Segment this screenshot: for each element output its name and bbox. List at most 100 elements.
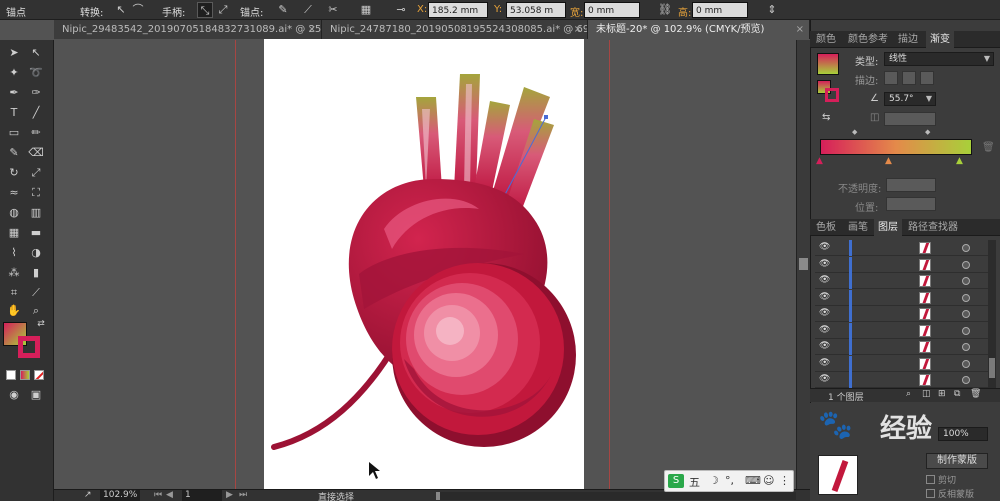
target-icon[interactable]	[962, 359, 970, 368]
chart-tool-icon[interactable]: ▥	[26, 204, 46, 222]
midpoint-icon[interactable]: ◆	[925, 128, 930, 136]
constrain-icon[interactable]: ⇕	[764, 2, 780, 18]
vertical-scrollbar[interactable]	[796, 40, 810, 489]
height-field[interactable]: 0 mm	[692, 2, 748, 18]
opacity-field[interactable]	[886, 178, 936, 192]
eye-icon[interactable]: 👁	[819, 276, 830, 285]
position-field[interactable]	[886, 197, 936, 211]
stroke-swatch[interactable]	[18, 336, 40, 358]
transparency-thumbnail[interactable]	[818, 455, 858, 495]
eye-icon[interactable]: 👁	[819, 243, 830, 252]
layer-row[interactable]: 👁	[815, 240, 995, 256]
eye-icon[interactable]: 👁	[819, 309, 830, 318]
layer-row[interactable]: 👁	[815, 355, 995, 372]
width-field[interactable]: 0 mm	[584, 2, 640, 18]
punctuation-icon[interactable]: °,	[725, 474, 734, 487]
eye-icon[interactable]: 👁	[819, 259, 830, 268]
target-icon[interactable]	[962, 244, 970, 252]
eyedropper-tool-icon[interactable]: ⌇	[4, 244, 24, 262]
hand-tool-icon[interactable]: ✋	[4, 302, 24, 320]
eye-icon[interactable]: 👁	[819, 325, 830, 334]
selection-tool-icon[interactable]: ➤	[4, 44, 24, 62]
isolate-icon[interactable]: ▦	[358, 2, 374, 18]
target-icon[interactable]	[962, 293, 970, 302]
tab-swatches[interactable]: 色板	[812, 219, 840, 236]
anchor-align-icon[interactable]: ⊸	[393, 2, 409, 18]
gradient-mode-icon[interactable]	[20, 370, 30, 380]
cut-path-icon[interactable]: ✂	[325, 2, 341, 18]
warp-tool-icon[interactable]: ≈	[4, 184, 24, 202]
slice-tool-icon[interactable]: ⟋	[26, 284, 46, 302]
target-icon[interactable]	[962, 310, 970, 318]
tab-brushes[interactable]: 画笔	[844, 219, 872, 236]
layer-row[interactable]: 👁	[815, 322, 995, 339]
scrollbar-thumb[interactable]	[799, 258, 808, 270]
stroke-option-1[interactable]	[884, 71, 898, 85]
shape-builder-tool-icon[interactable]: ◍	[4, 204, 24, 222]
direct-selection-tool-icon[interactable]: ↖	[26, 44, 46, 62]
stroke-mini-swatch[interactable]	[825, 88, 839, 102]
prev-page-icon[interactable]: ◀	[166, 490, 173, 500]
export-icon[interactable]: ↗	[84, 490, 94, 500]
tab-document-2[interactable]: Nipic_24787180_20190508195524308085.ai* …	[322, 20, 588, 39]
tab-document-1[interactable]: Nipic_29483542_20190705184832731089.ai* …	[54, 20, 322, 39]
close-icon[interactable]: ×	[308, 20, 316, 39]
draw-mode-icon[interactable]: ◉	[4, 386, 24, 404]
tab-color[interactable]: 颜色	[812, 31, 840, 48]
beet-illustration[interactable]	[264, 39, 584, 489]
target-icon[interactable]	[962, 277, 970, 285]
close-icon[interactable]: ×	[574, 20, 582, 39]
screen-mode-icon[interactable]: ▣	[26, 386, 46, 404]
color-stop-icon[interactable]: ▲	[956, 156, 963, 166]
layer-row[interactable]: 👁	[815, 339, 995, 355]
tab-stroke[interactable]: 描边	[894, 31, 922, 48]
tab-document-3[interactable]: 未标题-20* @ 102.9% (CMYK/预览) ×	[588, 20, 810, 39]
eye-icon[interactable]: 👁	[819, 292, 830, 301]
target-icon[interactable]	[962, 326, 970, 335]
eye-icon[interactable]: 👁	[819, 358, 830, 367]
mesh-tool-icon[interactable]: ▦	[4, 224, 24, 242]
y-field[interactable]: 53.058 m	[506, 2, 566, 18]
magic-wand-tool-icon[interactable]: ✦	[4, 64, 24, 82]
midpoint-icon[interactable]: ◆	[852, 128, 857, 136]
eraser-tool-icon[interactable]: ⌫	[26, 144, 46, 162]
line-tool-icon[interactable]: ╱	[26, 104, 46, 122]
layer-row[interactable]: 👁	[815, 306, 995, 322]
pen-tool-icon[interactable]: ✒	[4, 84, 24, 102]
ime-mode-label[interactable]: 五	[689, 474, 700, 490]
tab-color-guide[interactable]: 颜色参考	[844, 31, 892, 48]
moon-icon[interactable]: ☽	[709, 474, 719, 487]
link-icon[interactable]: ⛓	[657, 2, 673, 18]
paintbrush-tool-icon[interactable]: ✏	[26, 124, 46, 142]
target-icon[interactable]	[962, 260, 970, 269]
angle-field[interactable]: 55.7° ▼	[884, 92, 936, 106]
tab-gradient[interactable]: 渐变	[926, 31, 954, 48]
aspect-ratio-field[interactable]	[884, 112, 936, 126]
x-field[interactable]: 185.2 mm	[428, 2, 488, 18]
connect-anchor-icon[interactable]: ⟋	[300, 2, 316, 18]
hscroll-thumb[interactable]	[436, 492, 440, 500]
show-handles-icon[interactable]: ⤡	[197, 2, 213, 18]
free-transform-tool-icon[interactable]: ⛶	[26, 184, 46, 202]
convert-corner-icon[interactable]: ↖	[113, 2, 129, 18]
first-page-icon[interactable]: ⏮	[154, 490, 162, 500]
curvature-tool-icon[interactable]: ✑	[26, 84, 46, 102]
scale-tool-icon[interactable]: ⤢	[26, 164, 46, 182]
stroke-option-2[interactable]	[902, 71, 916, 85]
clip-checkbox[interactable]	[926, 475, 935, 484]
make-mask-button[interactable]: 制作蒙版	[926, 453, 988, 469]
remove-anchor-icon[interactable]: ✎	[275, 2, 291, 18]
last-page-icon[interactable]: ⏭	[239, 490, 247, 500]
reverse-gradient-icon[interactable]: ⇆	[822, 112, 830, 123]
none-mode-icon[interactable]	[34, 370, 44, 380]
page-field[interactable]: 1	[182, 490, 222, 501]
stroke-option-3[interactable]	[920, 71, 934, 85]
layer-row[interactable]: 👁	[815, 372, 995, 388]
artboard-tool-icon[interactable]: ⌗	[4, 284, 24, 302]
hide-handles-icon[interactable]: ⤢	[215, 2, 231, 18]
target-icon[interactable]	[962, 376, 970, 384]
user-icon[interactable]: ☺	[763, 474, 774, 487]
zoom-field[interactable]: 102.9%	[100, 490, 140, 501]
eye-icon[interactable]: 👁	[819, 375, 830, 384]
gradient-type-select[interactable]: 线性 ▼	[884, 52, 994, 66]
